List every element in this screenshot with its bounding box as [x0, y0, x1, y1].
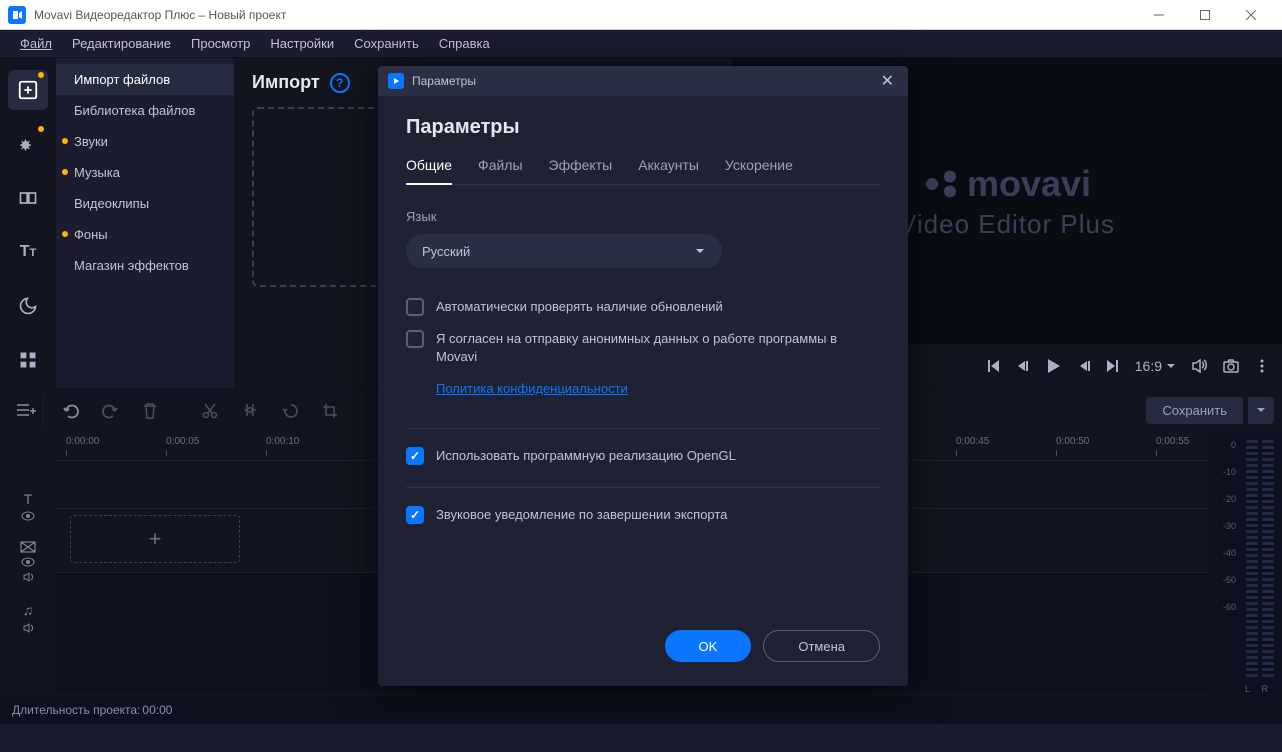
- app-logo-icon: [8, 6, 26, 24]
- sidebar-item-store[interactable]: Магазин эффектов: [56, 250, 234, 281]
- duration-value: 00:00: [142, 703, 172, 717]
- dialog-close-button[interactable]: ✕: [877, 69, 898, 93]
- menu-edit[interactable]: Редактирование: [62, 32, 181, 55]
- sidebar-item-backgrounds[interactable]: Фоны: [56, 219, 234, 250]
- notify-dot-icon: [38, 126, 44, 132]
- dialog-titlebar[interactable]: Параметры ✕: [378, 66, 908, 96]
- skip-fwd-button[interactable]: [1105, 358, 1121, 374]
- brand-logo: movavi: [923, 163, 1091, 205]
- rotate-button[interactable]: [272, 396, 308, 426]
- maximize-button[interactable]: [1182, 0, 1228, 30]
- check-sound[interactable]: [406, 506, 424, 524]
- ok-button[interactable]: OK: [665, 630, 752, 662]
- audio-meters: 0-10-20 -30-40-50 -60 LR: [1208, 432, 1282, 696]
- aspect-ratio-select[interactable]: 16:9: [1135, 358, 1176, 374]
- check-opengl-label: Использовать программную реализацию Open…: [436, 447, 736, 465]
- window-title: Movavi Видеоредактор Плюс – Новый проект: [34, 8, 1136, 22]
- status-bar: Длительность проекта: 00:00: [0, 696, 1282, 724]
- dialog-tabs: Общие Файлы Эффекты Аккаунты Ускорение: [406, 157, 880, 185]
- close-button[interactable]: [1228, 0, 1274, 30]
- tool-transitions[interactable]: [8, 178, 48, 218]
- tool-stickers[interactable]: [8, 286, 48, 326]
- duration-label: Длительность проекта:: [12, 703, 140, 717]
- tool-titles[interactable]: TT: [8, 232, 48, 272]
- menu-help[interactable]: Справка: [429, 32, 500, 55]
- check-updates-label: Автоматически проверять наличие обновлен…: [436, 298, 723, 316]
- tool-filters[interactable]: [8, 124, 48, 164]
- privacy-link[interactable]: Политика конфиденциальности: [436, 381, 880, 396]
- check-opengl[interactable]: [406, 447, 424, 465]
- skip-back-button[interactable]: [985, 358, 1001, 374]
- brand-subtitle: Video Editor Plus: [899, 209, 1115, 240]
- cut-button[interactable]: [192, 396, 228, 426]
- window-titlebar: Movavi Видеоредактор Плюс – Новый проект: [0, 0, 1282, 30]
- sidebar-item-library[interactable]: Библиотека файлов: [56, 95, 234, 126]
- redo-button[interactable]: [92, 396, 128, 426]
- dialog-title: Параметры: [412, 74, 476, 88]
- check-updates[interactable]: [406, 298, 424, 316]
- language-select[interactable]: Русский: [406, 234, 722, 268]
- language-label: Язык: [406, 209, 880, 224]
- tab-files[interactable]: Файлы: [478, 157, 522, 184]
- sidebar-item-sounds[interactable]: Звуки: [56, 126, 234, 157]
- notify-dot-icon: [38, 72, 44, 78]
- sidebar-item-videoclips[interactable]: Видеоклипы: [56, 188, 234, 219]
- frame-back-button[interactable]: [1015, 359, 1029, 373]
- add-clip-button[interactable]: +: [70, 515, 240, 563]
- menu-bar: Файл Редактирование Просмотр Настройки С…: [0, 30, 1282, 58]
- track-audio-header[interactable]: ♫: [0, 594, 56, 642]
- cancel-button[interactable]: Отмена: [763, 630, 880, 662]
- menu-settings[interactable]: Настройки: [260, 32, 344, 55]
- settings-dialog: Параметры ✕ Параметры Общие Файлы Эффект…: [378, 66, 908, 686]
- track-add-button[interactable]: [8, 396, 44, 426]
- undo-button[interactable]: [52, 396, 88, 426]
- tool-more[interactable]: [8, 340, 48, 380]
- menu-save[interactable]: Сохранить: [344, 32, 429, 55]
- delete-button[interactable]: [132, 396, 168, 426]
- track-text-header[interactable]: T: [0, 482, 56, 530]
- tab-general[interactable]: Общие: [406, 157, 452, 185]
- play-button[interactable]: [1043, 356, 1063, 376]
- sidebar-item-import[interactable]: Импорт файлов: [56, 64, 234, 95]
- side-panel: Импорт файлов Библиотека файлов Звуки Му…: [56, 58, 234, 388]
- split-button[interactable]: [232, 396, 268, 426]
- check-sound-label: Звуковое уведомление по завершении экспо…: [436, 506, 727, 524]
- save-button[interactable]: Сохранить: [1146, 397, 1243, 424]
- check-anonymous[interactable]: [406, 330, 424, 348]
- help-icon[interactable]: ?: [330, 73, 350, 93]
- menu-file[interactable]: Файл: [10, 32, 62, 55]
- track-video-header[interactable]: [0, 530, 56, 594]
- snapshot-button[interactable]: [1222, 357, 1240, 375]
- tab-accounts[interactable]: Аккаунты: [638, 157, 699, 184]
- content-title: Импорт: [252, 72, 320, 93]
- check-anonymous-label: Я согласен на отправку анонимных данных …: [436, 330, 880, 366]
- dialog-logo-icon: [388, 73, 404, 89]
- tab-accel[interactable]: Ускорение: [725, 157, 793, 184]
- save-dropdown[interactable]: [1248, 397, 1274, 424]
- more-button[interactable]: [1254, 358, 1270, 374]
- minimize-button[interactable]: [1136, 0, 1182, 30]
- volume-button[interactable]: [1190, 357, 1208, 375]
- menu-view[interactable]: Просмотр: [181, 32, 260, 55]
- crop-button[interactable]: [312, 396, 348, 426]
- dialog-heading: Параметры: [406, 116, 880, 139]
- chevron-down-icon: [694, 245, 706, 257]
- track-headers: T ♫: [0, 432, 56, 696]
- divider: [406, 428, 880, 429]
- frame-fwd-button[interactable]: [1077, 359, 1091, 373]
- tool-sidebar: TT: [0, 58, 56, 388]
- tab-effects[interactable]: Эффекты: [549, 157, 613, 184]
- tool-import[interactable]: [8, 70, 48, 110]
- divider: [406, 487, 880, 488]
- sidebar-item-music[interactable]: Музыка: [56, 157, 234, 188]
